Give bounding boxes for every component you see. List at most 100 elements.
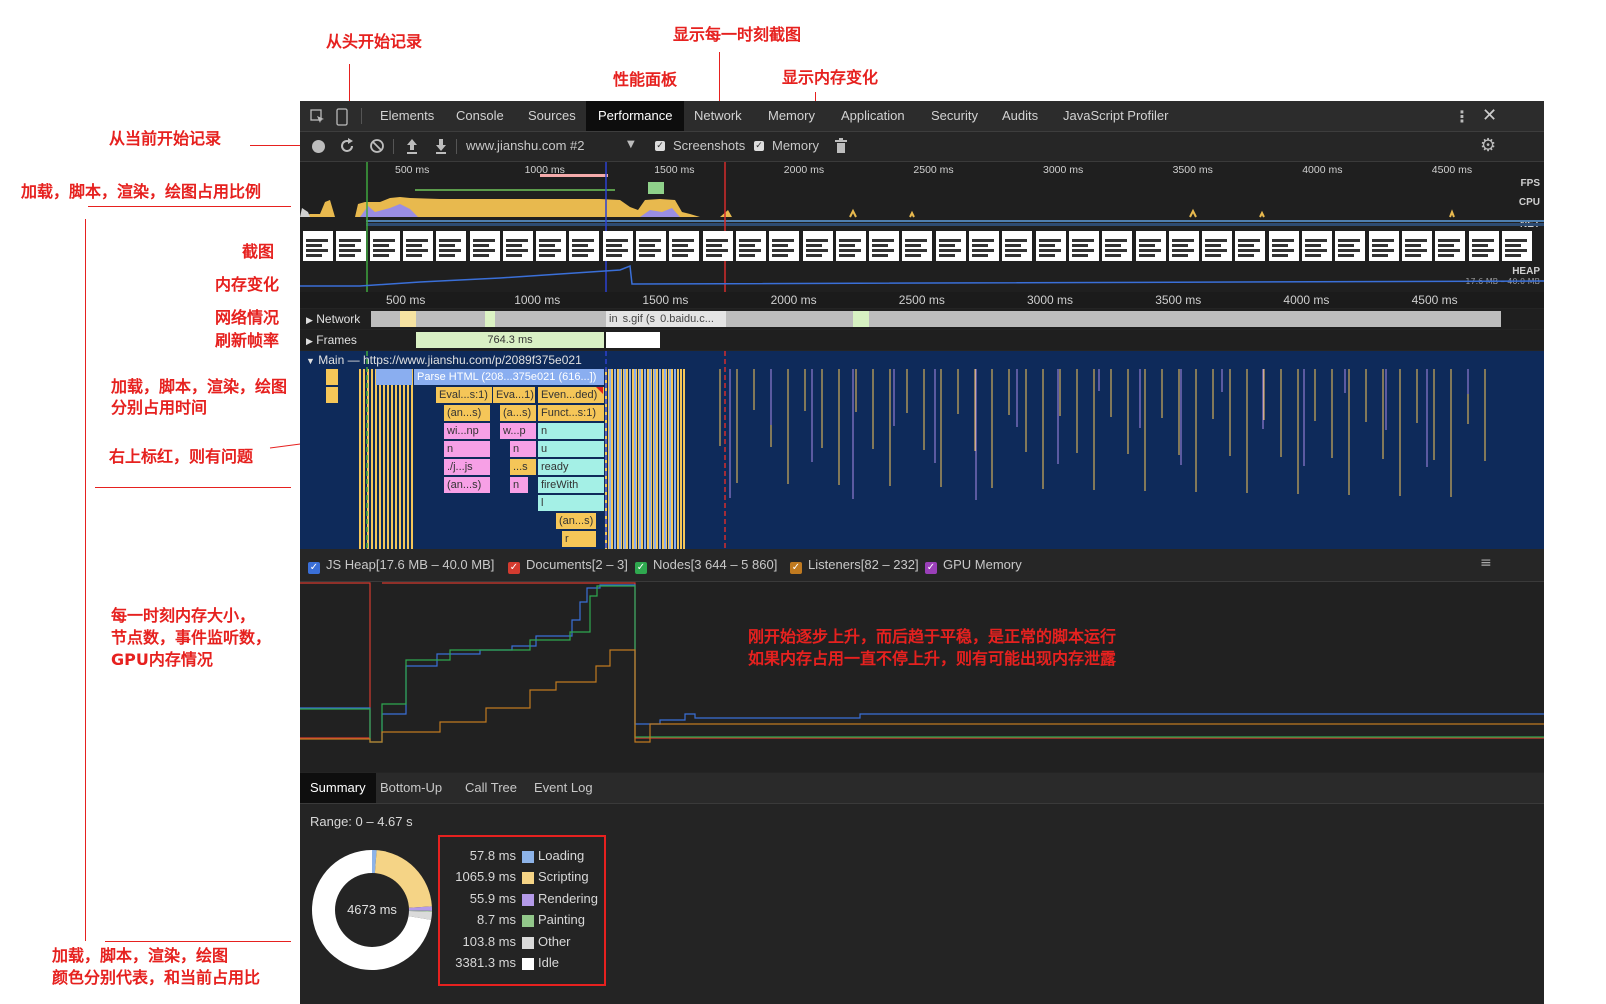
flame-bar[interactable]: l	[538, 495, 604, 511]
screenshot-thumbnail[interactable]	[1002, 231, 1033, 261]
tab-sources[interactable]: Sources	[528, 101, 576, 131]
flame-bar[interactable]: n	[510, 441, 536, 457]
flame-bar[interactable]: (an...s)	[444, 477, 490, 493]
inspect-element-icon[interactable]	[310, 109, 326, 125]
flame-bar[interactable]: Eva...1)	[493, 387, 535, 403]
screenshot-thumbnail[interactable]	[1501, 231, 1532, 261]
screenshot-thumbnail[interactable]	[802, 231, 833, 261]
screenshot-thumbnail[interactable]	[436, 231, 467, 261]
screenshot-thumbnail[interactable]	[1335, 231, 1366, 261]
screenshot-thumbnail[interactable]	[669, 231, 700, 261]
screenshot-thumbnail[interactable]	[1102, 231, 1133, 261]
tab-event-log[interactable]: Event Log	[524, 773, 603, 803]
tab-summary[interactable]: Summary	[300, 773, 376, 803]
screenshot-thumbnail[interactable]	[369, 231, 400, 261]
network-track-label[interactable]: ▶ Network	[306, 312, 360, 326]
screenshot-thumbnail[interactable]	[1135, 231, 1166, 261]
screenshot-thumbnail[interactable]	[1302, 231, 1332, 261]
flame-bar[interactable]: r	[562, 531, 596, 547]
flame-bar[interactable]	[326, 387, 338, 403]
flame-bar[interactable]: (an...s)	[556, 513, 596, 529]
flame-bar[interactable]: ready	[538, 459, 604, 475]
screenshot-thumbnail[interactable]	[735, 231, 766, 261]
tab-network[interactable]: Network	[694, 101, 742, 131]
screenshot-thumbnail[interactable]	[1268, 231, 1299, 261]
screenshot-thumbnail[interactable]	[902, 231, 933, 261]
screenshot-thumbnail[interactable]	[602, 231, 633, 261]
memory-legend-item[interactable]: ✓ JS Heap[17.6 MB – 40.0 MB]	[308, 557, 494, 574]
device-toolbar-icon[interactable]	[334, 108, 350, 126]
flame-bar[interactable]: ...s	[510, 459, 536, 475]
reload-record-icon[interactable]	[339, 138, 355, 154]
flame-bar[interactable]	[326, 369, 338, 385]
memory-legend-item[interactable]: ✓ Nodes[3 644 – 5 860]	[635, 557, 777, 574]
flame-bar[interactable]: (an...s)	[444, 405, 490, 421]
screenshot-thumbnail[interactable]	[303, 231, 333, 261]
flame-bar[interactable]: Eval...s:1)	[436, 387, 492, 403]
screenshot-thumbnail[interactable]	[1068, 231, 1099, 261]
network-request[interactable]	[485, 311, 495, 327]
gear-icon[interactable]: ⚙	[1480, 135, 1496, 156]
flame-bar[interactable]: n	[538, 423, 604, 439]
screenshot-thumbnail[interactable]	[869, 231, 900, 261]
frame-bar[interactable]: 764.3 ms	[416, 332, 604, 348]
screenshot-thumbnail[interactable]	[469, 231, 500, 261]
screenshot-thumbnail[interactable]	[1468, 231, 1499, 261]
screenshot-thumbnail[interactable]	[1235, 231, 1266, 261]
tab-console[interactable]: Console	[456, 101, 504, 131]
flame-bar[interactable]: u	[538, 441, 604, 457]
tab-bottom-up[interactable]: Bottom-Up	[370, 773, 452, 803]
more-menu-icon[interactable]: ⋮	[1454, 107, 1470, 126]
flame-bar[interactable]: n	[510, 477, 528, 493]
legend-checkbox[interactable]: ✓	[925, 562, 937, 574]
screenshot-thumbnail[interactable]	[1202, 231, 1233, 261]
legend-checkbox[interactable]: ✓	[635, 562, 647, 574]
legend-checkbox[interactable]: ✓	[790, 562, 802, 574]
memory-legend-item[interactable]: ✓ GPU Memory	[925, 557, 1022, 574]
flame-bar[interactable]: wi...np	[444, 423, 490, 439]
screenshot-thumbnail[interactable]	[769, 231, 800, 261]
tab-performance[interactable]: Performance	[586, 101, 685, 131]
save-profile-icon[interactable]	[434, 137, 448, 155]
network-request[interactable]: in s.gif (s 0.baidu.c...	[606, 311, 726, 327]
flame-bar[interactable]: (a...s)	[500, 405, 536, 421]
screenshot-thumbnail[interactable]	[502, 231, 533, 261]
screenshot-thumbnail[interactable]	[402, 231, 433, 261]
screenshot-thumbnail[interactable]	[1368, 231, 1399, 261]
tab-memory[interactable]: Memory	[768, 101, 815, 131]
flame-bar[interactable]: n	[444, 441, 490, 457]
screenshot-thumbnail[interactable]	[935, 231, 966, 261]
screenshot-thumbnail[interactable]	[969, 231, 999, 261]
tab-call-tree[interactable]: Call Tree	[455, 773, 527, 803]
overview-pane[interactable]: 500 ms 1000 ms 1500 ms 2000 ms 2500 ms 3000 m…	[300, 162, 1544, 292]
close-icon[interactable]: ✕	[1482, 105, 1497, 126]
tab-security[interactable]: Security	[931, 101, 978, 131]
screenshot-thumbnail[interactable]	[569, 231, 600, 261]
load-profile-icon[interactable]	[405, 137, 419, 155]
network-track[interactable]: ▶ Network in s.gif (s 0.baidu.c...	[300, 309, 1544, 329]
flame-bar-parse-html[interactable]: Parse HTML (208...375e021 (616...])	[414, 369, 604, 385]
chevron-down-icon[interactable]: ▼	[627, 139, 635, 150]
memory-legend-item[interactable]: ✓ Documents[2 – 3]	[508, 557, 628, 574]
network-request[interactable]	[853, 311, 869, 327]
screenshot-thumbnail[interactable]	[1035, 231, 1066, 261]
screenshots-checkbox[interactable]: ✓	[655, 141, 665, 151]
memory-checkbox[interactable]: ✓	[754, 141, 764, 151]
flame-bar[interactable]: ./j...js	[444, 459, 490, 475]
screenshot-thumbnail[interactable]	[336, 231, 367, 261]
screenshot-thumbnail[interactable]	[536, 231, 567, 261]
screenshot-thumbnail[interactable]	[636, 231, 666, 261]
screenshot-thumbnail[interactable]	[1435, 231, 1466, 261]
flame-bar[interactable]: Funct...s:1)	[538, 405, 604, 421]
screenshot-thumbnail[interactable]	[1401, 231, 1432, 261]
memory-legend-item[interactable]: ✓ Listeners[82 – 232]	[790, 557, 919, 574]
tab-application[interactable]: Application	[841, 101, 905, 131]
frame-bar[interactable]	[606, 332, 660, 348]
tab-elements[interactable]: Elements	[380, 101, 434, 131]
hamburger-icon[interactable]: ≡	[1480, 555, 1492, 571]
screenshot-thumbnail[interactable]	[702, 231, 733, 261]
flame-bar[interactable]	[376, 369, 412, 385]
record-button[interactable]	[312, 140, 325, 153]
screenshot-thumbnail[interactable]	[835, 231, 866, 261]
legend-checkbox[interactable]: ✓	[508, 562, 520, 574]
